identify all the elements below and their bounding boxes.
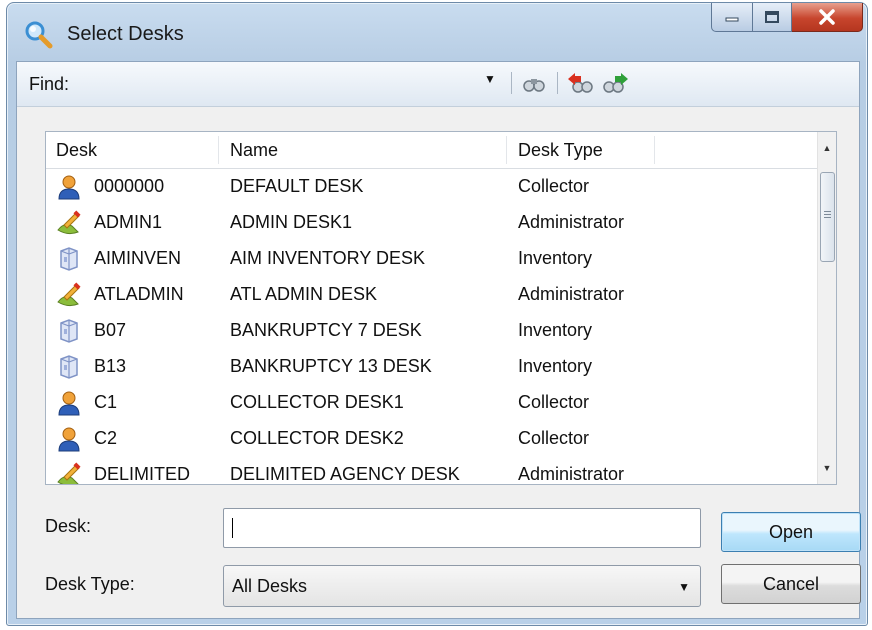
column-header-desk-type[interactable]: Desk Type: [518, 140, 603, 161]
cell-name: COLLECTOR DESK2: [230, 428, 404, 448]
find-next-button[interactable]: [601, 70, 631, 98]
toolbar-separator: [557, 72, 558, 94]
list-item[interactable]: B07 BANKRUPTCY 7 DESK Inventory: [46, 313, 818, 349]
column-header-desk[interactable]: Desk: [56, 140, 97, 161]
open-button[interactable]: Open: [721, 512, 861, 552]
desk-type-selected-value: All Desks: [232, 576, 308, 596]
cell-desk: AIMINVEN: [94, 248, 182, 268]
cell-desk: B07: [94, 320, 127, 340]
caption-buttons: [711, 3, 863, 33]
vertical-scrollbar[interactable]: ▲ ▼: [817, 132, 836, 484]
cell-name: AIM INVENTORY DESK: [230, 248, 426, 268]
scroll-up-arrow-icon[interactable]: ▲: [818, 138, 836, 158]
column-divider[interactable]: [506, 136, 507, 164]
cell-desk: DELIMITED: [94, 464, 191, 484]
find-dropdown-arrow-icon[interactable]: ▼: [481, 72, 499, 86]
cell-name: ATL ADMIN DESK: [230, 284, 378, 304]
list-item[interactable]: B13 BANKRUPTCY 13 DESK Inventory: [46, 349, 818, 385]
cell-name: DELIMITED AGENCY DESK: [230, 464, 460, 484]
toolbar-separator: [511, 72, 512, 94]
cell-desk: 0000000: [94, 176, 165, 196]
close-icon: [819, 9, 835, 25]
select-desks-window: Select Desks Find: ▼ Desk Name Desk Type…: [6, 2, 868, 626]
list-item[interactable]: C1 COLLECTOR DESK1 Collector: [46, 385, 818, 421]
list-header: Desk Name Desk Type: [46, 132, 818, 169]
desk-label: Desk:: [45, 516, 92, 536]
list-item[interactable]: AIMINVEN AIM INVENTORY DESK Inventory: [46, 241, 818, 277]
cell-name: COLLECTOR DESK1: [230, 392, 404, 412]
column-header-name[interactable]: Name: [230, 140, 278, 161]
list-item[interactable]: C2 COLLECTOR DESK2 Collector: [46, 421, 818, 457]
cell-desk-type: Administrator: [518, 284, 625, 304]
cell-desk-type: Inventory: [518, 356, 593, 376]
find-toolbar: Find: ▼: [17, 62, 859, 107]
window-title: Select Desks: [67, 23, 184, 45]
cancel-button[interactable]: Cancel: [721, 564, 861, 604]
dialog-body: Find: ▼ Desk Name Desk Type 0000000 DEFA…: [16, 61, 861, 619]
find-previous-button[interactable]: [565, 70, 595, 98]
find-previous-icon: [568, 73, 593, 93]
cell-desk-type: Collector: [518, 176, 590, 196]
scroll-thumb[interactable]: [820, 172, 835, 262]
desk-list[interactable]: Desk Name Desk Type 0000000 DEFAULT DESK C…: [45, 131, 837, 485]
cell-desk: ADMIN1: [94, 212, 163, 232]
text-caret: [232, 518, 233, 538]
maximize-icon: [765, 11, 779, 23]
administrator-icon: [56, 210, 82, 236]
collector-icon: [56, 174, 82, 200]
cell-desk: ATLADMIN: [94, 284, 184, 304]
desk-type-label: Desk Type:: [45, 574, 135, 594]
binoculars-icon: [523, 79, 545, 92]
inventory-icon: [56, 246, 82, 272]
dropdown-arrow-icon[interactable]: ▼: [678, 580, 690, 594]
cell-desk: C1: [94, 392, 118, 412]
find-label: Find:: [29, 74, 70, 94]
administrator-icon: [56, 282, 82, 308]
find-next-icon: [603, 73, 628, 93]
cell-name: DEFAULT DESK: [230, 176, 364, 196]
maximize-button[interactable]: [753, 3, 792, 32]
column-divider[interactable]: [218, 136, 219, 164]
cell-desk-type: Inventory: [518, 320, 593, 340]
collector-icon: [56, 426, 82, 452]
cell-desk: B13: [94, 356, 127, 376]
desk-input[interactable]: [223, 508, 701, 548]
desk-type-select[interactable]: All Desks ▼: [223, 565, 701, 607]
cell-desk-type: Collector: [518, 392, 590, 412]
list-rows: 0000000 DEFAULT DESK Collector ADMIN1 ADMIN …: [46, 169, 818, 484]
cell-desk-type: Inventory: [518, 248, 593, 268]
collector-icon: [56, 390, 82, 416]
cell-name: BANKRUPTCY 13 DESK: [230, 356, 432, 376]
magnifier-icon: [25, 21, 53, 49]
minimize-button[interactable]: [711, 3, 753, 32]
close-button[interactable]: [792, 3, 863, 32]
column-divider[interactable]: [654, 136, 655, 164]
inventory-icon: [56, 354, 82, 380]
cell-desk: C2: [94, 428, 118, 448]
administrator-icon: [56, 462, 82, 484]
find-input[interactable]: [79, 70, 503, 98]
list-item[interactable]: DELIMITED DELIMITED AGENCY DESK Administra…: [46, 457, 818, 484]
title-bar[interactable]: Select Desks: [7, 3, 867, 61]
list-item[interactable]: 0000000 DEFAULT DESK Collector: [46, 169, 818, 205]
scroll-down-arrow-icon[interactable]: ▼: [818, 458, 836, 478]
inventory-icon: [56, 318, 82, 344]
cell-desk-type: Collector: [518, 428, 590, 448]
find-binoculars-button[interactable]: [519, 70, 549, 98]
cell-name: ADMIN DESK1: [230, 212, 353, 232]
minimize-icon: [725, 17, 739, 22]
cell-desk-type: Administrator: [518, 464, 625, 484]
list-item[interactable]: ADMIN1 ADMIN DESK1 Administrator: [46, 205, 818, 241]
list-item[interactable]: ATLADMIN ATL ADMIN DESK Administrator: [46, 277, 818, 313]
cell-name: BANKRUPTCY 7 DESK: [230, 320, 422, 340]
cell-desk-type: Administrator: [518, 212, 625, 232]
